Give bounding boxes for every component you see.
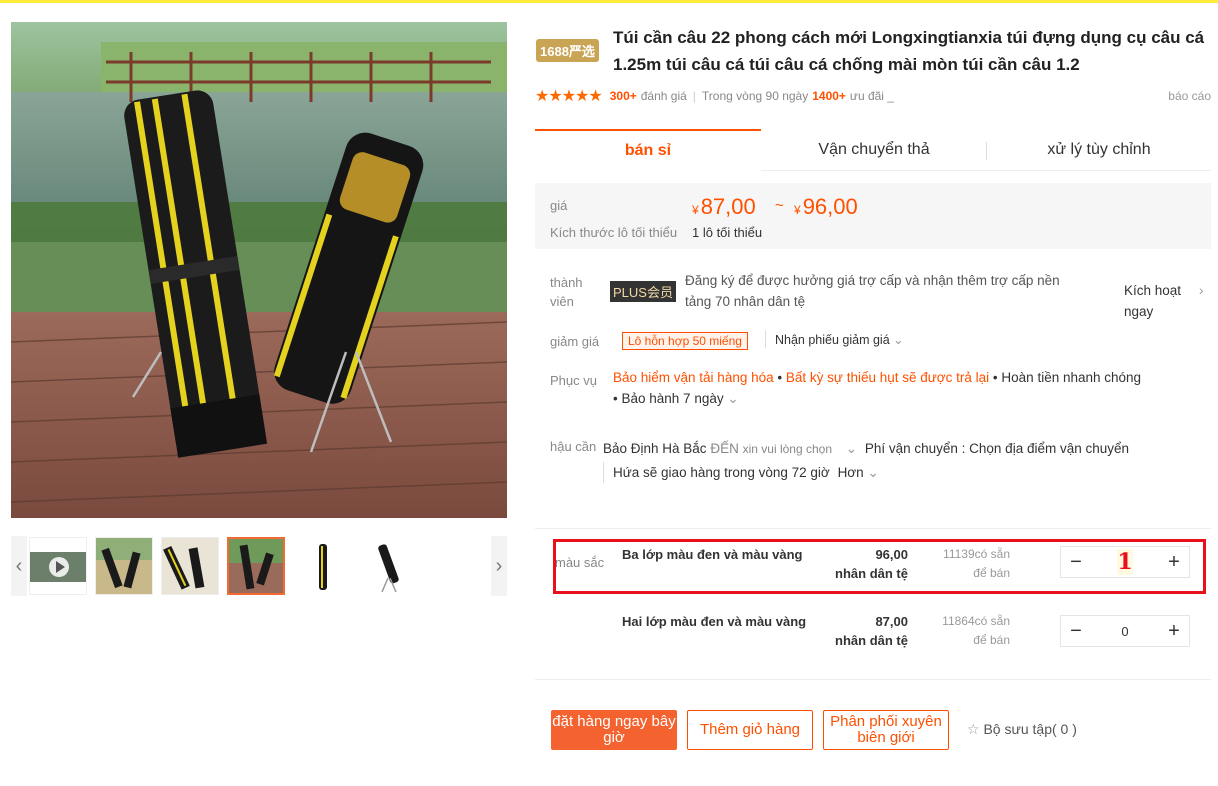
quantity-input[interactable]: 0 [1091, 616, 1159, 646]
thumbnail-image [294, 538, 350, 594]
delivery-promise-row: Hứa sẽ giao hàng trong vòng 72 giờ Hơn ⌄ [603, 462, 1203, 483]
member-text: Đăng ký để được hưởng giá trợ cấp và nhậ… [685, 273, 1060, 309]
bullet: • [992, 370, 998, 385]
thumbnail-video[interactable] [29, 537, 87, 595]
divider [765, 330, 766, 348]
sku-name: Hai lớp màu đen và màu vàng [622, 614, 807, 629]
service-warranty[interactable]: Bảo hành 7 ngày [622, 391, 724, 406]
activate-now-link[interactable]: Kích hoạt ngay [1124, 280, 1189, 322]
get-coupon-text: Nhận phiếu giảm giá [775, 333, 890, 347]
sku-price-value: 87,00 [875, 614, 908, 629]
member-label: thành viên [550, 275, 583, 309]
video-thumbnail-image [30, 538, 86, 594]
chevron-down-icon[interactable]: ⌄ [727, 391, 738, 406]
sku-price-unit: nhân dân tệ [835, 633, 908, 648]
price-tilde: ~ [775, 197, 784, 214]
service-freight-insurance: Bảo hiểm vận tải hàng hóa [613, 370, 774, 385]
highlight-annotation-box [553, 539, 1206, 594]
service-label: Phục vụ [550, 373, 597, 388]
ship-to-label: ĐẾN [710, 441, 739, 456]
price-low-value: 87,00 [700, 194, 756, 219]
rating-stars-icon: ★★★★★ [535, 88, 603, 105]
divider [535, 528, 1211, 529]
bullet: • [613, 391, 618, 406]
divider: | [692, 89, 696, 103]
sku-price: 87,00 nhân dân tệ [808, 612, 908, 650]
review-count[interactable]: 300+ [610, 89, 637, 103]
tabs-underline [761, 170, 1211, 171]
product-photo-illustration [11, 22, 507, 518]
rating-row: ★★★★★ 300+ đánh giá | Trong vòng 90 ngày… [535, 86, 1211, 106]
decrease-button[interactable]: − [1061, 616, 1091, 646]
discount-label: giảm giá [550, 334, 600, 349]
add-to-cart-button[interactable]: Thêm giỏ hàng [687, 710, 813, 750]
moq-value: 1 lô tối thiểu [692, 225, 763, 240]
thumb-next-button[interactable]: › [491, 536, 507, 596]
thumbnail-3[interactable] [161, 537, 219, 595]
thumbnail-image [229, 539, 283, 593]
get-coupon-link[interactable]: Nhận phiếu giảm giá ⌄ [775, 330, 904, 351]
collection-label: Bộ sưu tập( 0 ) [983, 721, 1077, 737]
thumbnail-5[interactable] [293, 537, 351, 595]
price-high-value: 96,00 [802, 194, 858, 219]
thumbnail-image [360, 538, 416, 594]
delivery-promise: Hứa sẽ giao hàng trong vòng 72 giờ [613, 465, 830, 480]
chevron-down-icon[interactable]: ⌄ [867, 465, 878, 480]
1688-selected-badge: 1688严选 [536, 39, 599, 62]
bullet: • [777, 370, 783, 385]
logistics-row: Bảo Định Hà Bắc ĐẾN xin vui lòng chọn ⌄ … [603, 438, 1203, 460]
thumb-prev-button[interactable]: ‹ [11, 536, 27, 596]
more-link[interactable]: Hơn [838, 465, 864, 480]
destination-select[interactable]: xin vui lòng chọn [743, 442, 832, 456]
chevron-right-icon: › [1199, 283, 1204, 298]
increase-button[interactable]: + [1159, 616, 1189, 646]
price-label: giá [550, 198, 568, 213]
divider [535, 679, 1211, 680]
review-label: đánh giá [640, 89, 687, 103]
top-accent-line [0, 0, 1218, 3]
thumbnail-image [96, 538, 152, 594]
service-fast-refund: Hoàn tiền nhanh chóng [1001, 370, 1142, 385]
tab-dropship[interactable]: Vận chuyển thả [761, 129, 987, 171]
shipping-fee: Phí vận chuyển : Chọn địa điểm vận chuyể… [864, 441, 1130, 456]
thumbnail-strip: ‹ › [11, 536, 507, 596]
price-low: ¥87,00 [692, 194, 756, 220]
quantity-stepper: − 0 + [1060, 615, 1190, 647]
thumbnail-2[interactable] [95, 537, 153, 595]
logistics-label: hậu cần [550, 439, 597, 454]
sales-suffix: ưu đãi _ [849, 89, 894, 103]
star-icon: ☆ [967, 721, 980, 737]
moq-label: Kích thước lô tối thiểu [550, 225, 678, 240]
sku-stock-value: 11864có sẵn [942, 614, 1010, 628]
price-high: ¥96,00 [794, 194, 858, 220]
mixed-batch-tag: Lô hỗn hợp 50 miếng [622, 332, 748, 350]
product-title: Túi cần câu 22 phong cách mới Longxingti… [613, 28, 1205, 74]
thumbnail-4-selected[interactable] [227, 537, 285, 595]
tab-wholesale[interactable]: bán sỉ [535, 129, 761, 171]
report-link[interactable]: báo cáo [1168, 89, 1211, 103]
currency-symbol: ¥ [794, 203, 801, 217]
thumbnail-image [162, 538, 218, 594]
collection-button[interactable]: ☆ Bộ sưu tập( 0 ) [967, 721, 1077, 738]
order-now-button[interactable]: đặt hàng ngay bây giờ [551, 710, 677, 750]
tab-customize[interactable]: xử lý tùy chỉnh [987, 129, 1211, 171]
sku-stock-suffix: để bán [973, 633, 1010, 647]
price-box: giá ¥87,00 ~ ¥96,00 Kích thước lô tối th… [535, 183, 1211, 249]
main-product-image[interactable] [11, 22, 507, 518]
purchase-mode-tabs: bán sỉ Vận chuyển thả xử lý tùy chỉnh [535, 129, 1211, 171]
sku-stock: 11864có sẵn để bán [920, 612, 1010, 650]
cross-border-distribution-button[interactable]: Phân phối xuyên biên giới [823, 710, 949, 750]
currency-symbol: ¥ [692, 203, 699, 217]
service-list: Bảo hiểm vận tải hàng hóa • Bất kỳ sự th… [613, 367, 1198, 409]
sales-count: 1400+ [812, 89, 846, 103]
plus-member-badge: PLUS会员 [610, 281, 676, 302]
chevron-down-icon[interactable]: ⌄ [846, 441, 857, 456]
sales-prefix: Trong vòng 90 ngày [701, 89, 809, 103]
service-shortage-refund: Bất kỳ sự thiếu hụt sẽ được trả lại [785, 370, 990, 385]
ship-from: Bảo Định Hà Bắc [603, 441, 707, 456]
chevron-down-icon: ⌄ [893, 333, 904, 347]
thumbnail-6[interactable] [359, 537, 417, 595]
